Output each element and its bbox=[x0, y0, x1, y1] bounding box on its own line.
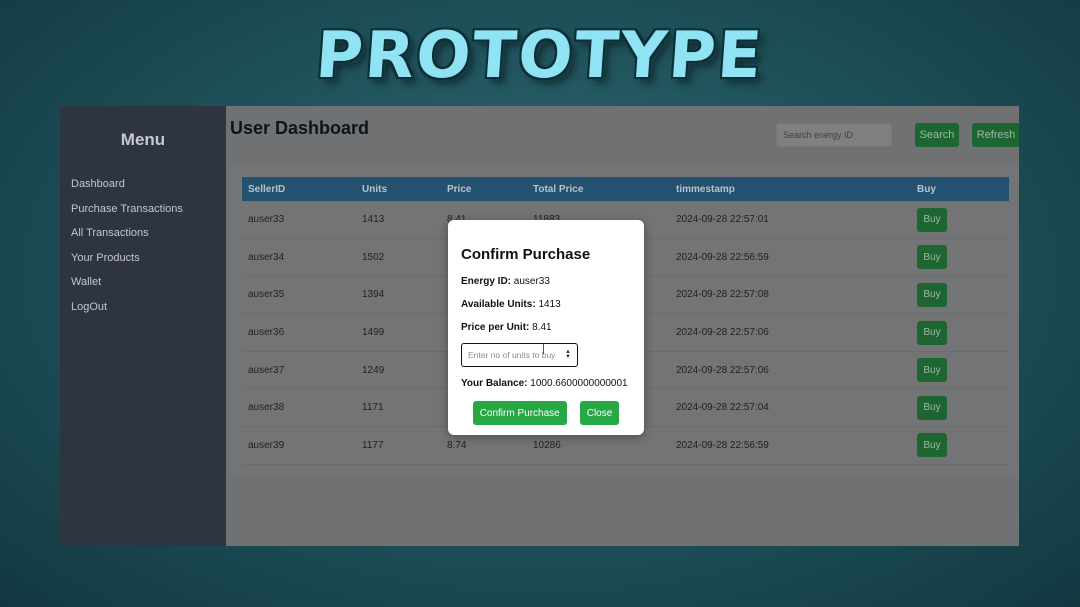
sidebar-item-all-transactions[interactable]: All Transactions bbox=[60, 221, 226, 246]
cell-units: 1171 bbox=[362, 402, 384, 414]
sidebar: Menu Dashboard Purchase Transactions All… bbox=[60, 106, 226, 546]
cell-seller: auser36 bbox=[248, 327, 285, 339]
column-header-units: Units bbox=[362, 183, 387, 195]
sidebar-title: Menu bbox=[120, 130, 166, 149]
energy-id-row: Energy ID: auser33 bbox=[461, 276, 631, 287]
cell-units: 1249 bbox=[362, 364, 385, 376]
cell-units: 1502 bbox=[362, 251, 385, 263]
buy-button[interactable]: Buy bbox=[917, 245, 947, 270]
confirm-purchase-modal: Confirm Purchase Energy ID: auser33 Avai… bbox=[448, 220, 644, 435]
buy-button[interactable]: Buy bbox=[917, 320, 947, 345]
refresh-button[interactable]: Refresh bbox=[972, 123, 1019, 147]
cell-seller: auser38 bbox=[248, 402, 285, 414]
cell-units: 1177 bbox=[362, 439, 384, 451]
balance-row: Your Balance: 1000.6600000000001 bbox=[461, 378, 631, 389]
modal-title: Confirm Purchase bbox=[461, 246, 591, 263]
price-per-unit-value: 8.41 bbox=[532, 322, 552, 333]
table-header-row: SellerID Units Price Total Price timmest… bbox=[242, 177, 1009, 201]
energy-id-value: auser33 bbox=[513, 276, 550, 287]
available-units-value: 1413 bbox=[538, 299, 561, 310]
cell-seller: auser39 bbox=[248, 439, 285, 451]
price-per-unit-row: Price per Unit: 8.41 bbox=[461, 322, 631, 333]
prototype-banner: PROTOTYPE bbox=[0, 8, 1080, 104]
confirm-purchase-button[interactable]: Confirm Purchase bbox=[472, 401, 567, 425]
text-cursor-icon bbox=[543, 344, 544, 354]
cell-seller: auser34 bbox=[248, 251, 285, 263]
sidebar-item-your-products[interactable]: Your Products bbox=[60, 246, 226, 271]
buy-button[interactable]: Buy bbox=[917, 282, 947, 307]
cell-timestamp: 2024-09-28 22:57:08 bbox=[676, 289, 769, 301]
sidebar-item-dashboard[interactable]: Dashboard bbox=[60, 172, 226, 197]
cell-seller: auser35 bbox=[248, 289, 285, 301]
buy-button[interactable]: Buy bbox=[917, 358, 947, 383]
buy-button[interactable]: Buy bbox=[917, 395, 947, 420]
cell-seller: auser33 bbox=[248, 214, 285, 226]
cell-timestamp: 2024-09-28 22:57:04 bbox=[676, 402, 769, 414]
energy-id-label: Energy ID: bbox=[461, 276, 512, 287]
column-header-timestamp: timmestamp bbox=[676, 183, 735, 195]
cell-timestamp: 2024-09-28 22:56:59 bbox=[676, 251, 769, 263]
quantity-field: ▲▼ bbox=[461, 343, 578, 367]
cell-seller: auser37 bbox=[248, 364, 285, 376]
modal-actions: Confirm Purchase Close bbox=[461, 401, 631, 425]
available-units-label: Available Units: bbox=[461, 299, 536, 310]
cell-timestamp: 2024-09-28 22:57:06 bbox=[676, 327, 769, 339]
close-button[interactable]: Close bbox=[579, 401, 620, 425]
price-per-unit-label: Price per Unit: bbox=[461, 322, 530, 333]
cell-timestamp: 2024-09-28 22:57:01 bbox=[676, 214, 769, 226]
cell-timestamp: 2024-09-28 22:57:06 bbox=[676, 364, 769, 376]
cell-units: 1499 bbox=[362, 327, 385, 339]
sidebar-item-logout[interactable]: LogOut bbox=[60, 295, 226, 320]
sidebar-item-purchase-transactions[interactable]: Purchase Transactions bbox=[60, 197, 226, 222]
buy-button[interactable]: Buy bbox=[917, 433, 947, 458]
search-button[interactable]: Search bbox=[915, 123, 959, 147]
sidebar-item-wallet[interactable]: Wallet bbox=[60, 270, 226, 295]
stepper-arrows-icon[interactable]: ▲ ▼ bbox=[565, 349, 571, 360]
column-header-total-price: Total Price bbox=[533, 183, 584, 195]
search-input[interactable] bbox=[776, 123, 892, 147]
column-header-sellerid: SellerID bbox=[248, 183, 286, 195]
column-header-buy: Buy bbox=[917, 183, 936, 195]
buy-button[interactable]: Buy bbox=[917, 207, 947, 232]
balance-value: 1000.6600000000001 bbox=[530, 378, 628, 389]
available-units-row: Available Units: 1413 bbox=[461, 299, 631, 310]
balance-label: Your Balance: bbox=[461, 378, 528, 389]
banner-title: PROTOTYPE bbox=[313, 19, 767, 93]
cell-units: 1413 bbox=[362, 214, 385, 226]
quantity-input[interactable] bbox=[462, 344, 562, 366]
cell-units: 1394 bbox=[362, 289, 385, 301]
cell-timestamp: 2024-09-28 22:56:59 bbox=[676, 439, 769, 451]
column-header-price: Price bbox=[447, 183, 472, 195]
page-title: User Dashboard bbox=[230, 118, 370, 138]
